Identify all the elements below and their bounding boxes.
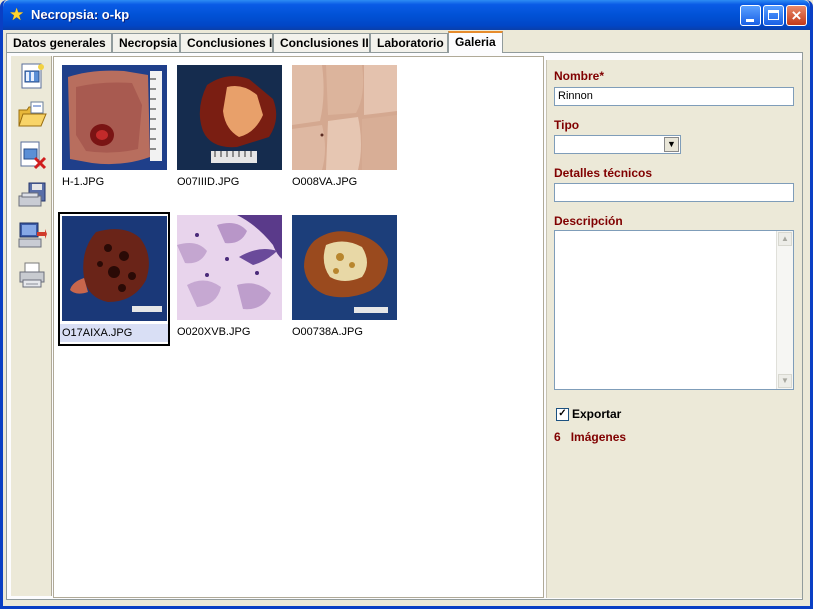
new-image-button[interactable] bbox=[17, 62, 47, 92]
thumbnail-filename: O07IIID.JPG bbox=[177, 176, 240, 188]
image-count-number: 6 bbox=[554, 430, 561, 444]
thumbnail-image bbox=[292, 65, 397, 170]
window-title: Necropsia: o-kp bbox=[31, 7, 130, 22]
minimize-button[interactable] bbox=[740, 5, 761, 26]
gallery-item[interactable]: O020XVB.JPG bbox=[169, 207, 282, 341]
gallery-item[interactable]: H-1.JPG bbox=[54, 57, 167, 191]
gallery-item[interactable]: O00738A.JPG bbox=[284, 207, 397, 341]
thumbnail-filename: O17AIXA.JPG bbox=[60, 324, 168, 342]
open-folder-button[interactable] bbox=[17, 100, 47, 130]
image-count: 6 Imágenes bbox=[554, 430, 626, 444]
descripcion-label: Descripción bbox=[554, 214, 623, 228]
exportar-checkbox[interactable]: ✓ bbox=[556, 408, 569, 421]
gallery-toolbar bbox=[11, 56, 52, 596]
save-button[interactable] bbox=[17, 180, 47, 210]
image-details-panel: Nombre* Rinnon Tipo ▼ Detalles técnicos … bbox=[546, 60, 802, 598]
tab-conclusiones-i[interactable]: Conclusiones I bbox=[180, 33, 273, 52]
maximize-button[interactable] bbox=[763, 5, 784, 26]
exportar-label: Exportar bbox=[572, 407, 622, 421]
print-button[interactable] bbox=[17, 260, 47, 290]
tab-conclusiones-ii[interactable]: Conclusiones II bbox=[273, 33, 370, 52]
thumbnail-filename: O020XVB.JPG bbox=[177, 326, 251, 338]
save-disk-icon bbox=[18, 182, 46, 207]
nombre-label: Nombre* bbox=[554, 69, 605, 83]
chevron-down-icon[interactable]: ▼ bbox=[664, 137, 679, 152]
tab-datos-generales[interactable]: Datos generales bbox=[6, 33, 112, 52]
new-image-icon bbox=[21, 63, 44, 89]
maximize-icon bbox=[768, 10, 779, 20]
image-gallery[interactable]: H-1.JPG O07IIID.JPG O008VA.JPG O17AIXA.J… bbox=[53, 56, 544, 598]
tipo-label: Tipo bbox=[554, 118, 580, 132]
thumbnail-image bbox=[62, 216, 167, 321]
thumbnail-image bbox=[62, 65, 167, 170]
tab-galeria[interactable]: Galeria bbox=[448, 31, 503, 53]
gallery-item-selected[interactable]: O17AIXA.JPG bbox=[58, 212, 170, 346]
thumbnail-image bbox=[177, 215, 282, 320]
nombre-field[interactable]: Rinnon bbox=[554, 87, 794, 106]
gallery-item[interactable]: O008VA.JPG bbox=[284, 57, 397, 191]
gallery-item[interactable]: O07IIID.JPG bbox=[169, 57, 282, 191]
close-icon: × bbox=[791, 6, 802, 25]
open-folder-icon bbox=[18, 101, 47, 127]
close-button[interactable]: × bbox=[786, 5, 807, 26]
tab-necropsia[interactable]: Necropsia bbox=[112, 33, 180, 52]
scroll-down-icon[interactable]: ▼ bbox=[778, 374, 792, 388]
thumbnail-filename: O008VA.JPG bbox=[292, 176, 358, 188]
minimize-icon bbox=[746, 19, 754, 22]
printer-icon bbox=[19, 262, 45, 288]
tab-laboratorio[interactable]: Laboratorio bbox=[370, 33, 448, 52]
export-button[interactable] bbox=[17, 220, 47, 250]
descripcion-textarea[interactable]: ▲ ▼ bbox=[554, 230, 794, 390]
thumbnail-image bbox=[177, 65, 282, 170]
descripcion-scrollbar[interactable]: ▲ ▼ bbox=[776, 231, 793, 389]
star-app-icon: ★ bbox=[9, 5, 25, 24]
delete-image-icon bbox=[20, 141, 47, 170]
delete-image-button[interactable] bbox=[17, 140, 47, 170]
detalles-tecnicos-label: Detalles técnicos bbox=[554, 166, 653, 180]
scroll-up-icon[interactable]: ▲ bbox=[778, 232, 792, 246]
tipo-select[interactable]: ▼ bbox=[554, 135, 681, 154]
title-bar[interactable]: ★ Necropsia: o-kp × bbox=[3, 0, 810, 30]
thumbnail-filename: H-1.JPG bbox=[62, 176, 105, 188]
thumbnail-filename: O00738A.JPG bbox=[292, 326, 363, 338]
thumbnail-image bbox=[292, 215, 397, 320]
image-count-label: Imágenes bbox=[570, 430, 627, 444]
export-computer-icon bbox=[18, 222, 47, 248]
detalles-tecnicos-field[interactable] bbox=[554, 183, 794, 202]
